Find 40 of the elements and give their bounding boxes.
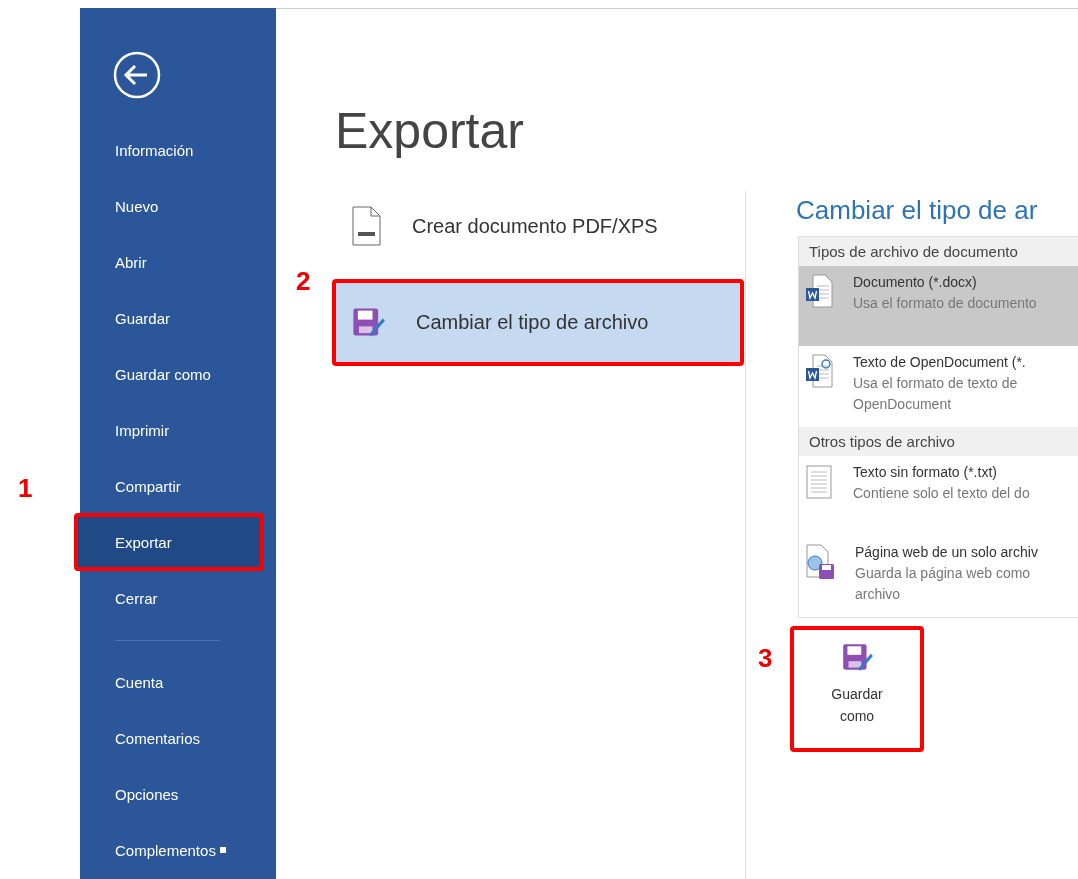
document-icon	[350, 206, 382, 246]
file-type-description: Guarda la página web como archivo	[855, 564, 1032, 604]
web-page-icon	[805, 544, 835, 580]
file-type-name: Texto de OpenDocument (*.	[853, 354, 1026, 370]
file-type-description: Usa el formato de texto de OpenDocument	[853, 374, 1019, 414]
sidebar-item[interactable]: Imprimir	[80, 402, 276, 458]
sidebar-item[interactable]: Información	[80, 122, 276, 178]
word-document-icon	[805, 274, 833, 310]
file-type-name: Página web de un solo archiv	[855, 544, 1038, 560]
sidebar-item[interactable]: Exportar	[75, 514, 263, 570]
sidebar-item[interactable]: Compartir	[80, 458, 276, 514]
file-type-item[interactable]: Texto de OpenDocument (*. Usa el formato de texto de OpenDocument	[799, 346, 1078, 427]
sidebar-item[interactable]: Abrir	[80, 234, 276, 290]
page-title: Exportar	[335, 104, 525, 159]
file-type-item[interactable]: Documento (*.docx) Usa el formato de documento	[799, 266, 1078, 346]
file-type-description: Contiene solo el texto del do	[853, 484, 1030, 503]
sidebar-item[interactable]: Comentarios	[80, 710, 276, 766]
export-option[interactable]: Cambiar el tipo de archivo	[333, 280, 743, 365]
sidebar-item[interactable]: Guardar como	[80, 346, 276, 402]
back-icon[interactable]	[113, 51, 161, 99]
text-document-icon	[805, 464, 833, 500]
sidebar-item[interactable]: Nuevo	[80, 178, 276, 234]
step-number: 1	[18, 473, 33, 504]
sidebar-item[interactable]: Cuenta	[80, 654, 276, 710]
file-type-item[interactable]: Página web de un solo archiv Guarda la página web como archivo	[799, 536, 1078, 617]
sidebar-item[interactable]: Opciones	[80, 766, 276, 822]
file-type-item[interactable]: Texto sin formato (*.txt) Contiene solo el texto del do	[799, 456, 1078, 536]
sidebar-item[interactable]: Cerrar	[80, 570, 276, 626]
file-type-description: Usa el formato de documento	[853, 294, 1037, 313]
file-type-name: Texto sin formato (*.txt)	[853, 464, 998, 480]
section-heading: Cambiar el tipo de ar	[796, 195, 1039, 226]
save-as-button[interactable]: Guardar como	[791, 627, 923, 751]
word-document-icon	[805, 354, 833, 390]
step-number: 2	[296, 266, 311, 297]
group-header: Tipos de archivo de documento	[799, 237, 1078, 266]
group-header: Otros tipos de archivo	[799, 427, 1078, 456]
file-type-name: Documento (*.docx)	[853, 274, 978, 290]
sidebar-item[interactable]: Complementos	[80, 822, 276, 878]
sidebar-item[interactable]: Guardar	[80, 290, 276, 346]
step-number: 3	[758, 643, 773, 674]
